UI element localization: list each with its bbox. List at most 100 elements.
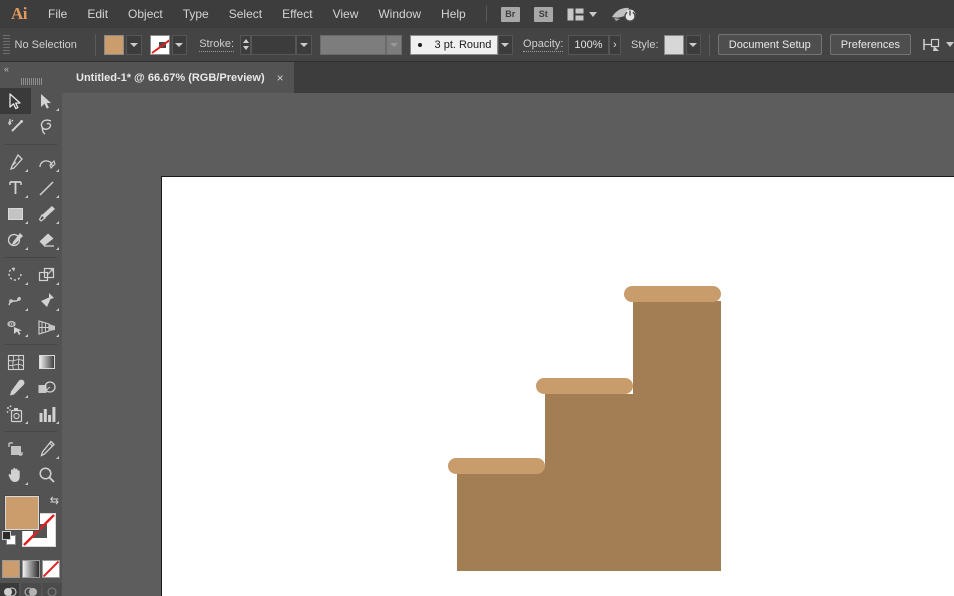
shaper-tool[interactable] [0,227,31,253]
brush-definition-label: 3 pt. Round [435,39,492,51]
width-tool[interactable] [0,288,31,314]
menu-item-select[interactable]: Select [219,0,272,28]
rotate-tool[interactable] [0,262,31,288]
fill-color-dropdown[interactable] [126,35,142,55]
stroke-weight-dropdown[interactable] [296,35,312,55]
tool-group-corner-icon [25,195,28,198]
stock-chip-button[interactable]: St [534,7,553,22]
type-tool[interactable] [0,175,31,201]
graphic-style-dropdown[interactable] [686,35,702,55]
line-segment-tool[interactable] [31,175,62,201]
blend-tool[interactable] [31,375,62,401]
menu-item-type[interactable]: Type [173,0,219,28]
default-fill-stroke-button[interactable] [2,531,17,546]
artboard[interactable] [161,176,954,596]
document-tab[interactable]: Untitled-1* @ 66.67% (RGB/Preview) × [62,62,295,93]
swap-fill-stroke-icon[interactable]: ⇆ [50,494,59,507]
menu-item-view[interactable]: View [323,0,369,28]
line-segment-icon [38,180,55,197]
tool-group-corner-icon [25,169,28,172]
stepper-down-icon [243,46,249,50]
magic-wand-icon [7,118,25,136]
bridge-chip-button[interactable]: Br [501,7,520,22]
menu-item-file[interactable]: File [38,0,77,28]
menu-item-window[interactable]: Window [368,0,431,28]
hand-tool[interactable] [0,462,31,488]
step-1-body[interactable] [457,466,721,571]
graphic-style-swatch[interactable] [664,35,684,55]
mesh-tool[interactable] [0,349,31,375]
fill-color-swatch[interactable] [104,35,124,55]
menu-item-effect[interactable]: Effect [272,0,322,28]
chevron-down-icon [390,43,398,47]
lasso-tool[interactable] [31,114,62,140]
stroke-weight-input[interactable] [251,35,296,55]
staircase-illustration[interactable] [162,177,954,596]
eyedropper-tool[interactable] [0,375,31,401]
gradient-tool[interactable] [31,349,62,375]
magic-wand-tool[interactable] [0,114,31,140]
zoom-tool[interactable] [31,462,62,488]
slice-tool[interactable] [31,436,62,462]
draw-inside-button[interactable] [43,583,62,596]
shape-builder-tool[interactable] [0,314,31,340]
preferences-button[interactable]: Preferences [830,34,911,55]
type-T-icon [8,180,23,196]
rectangle-tool[interactable] [0,201,31,227]
perspective-grid-tool[interactable] [31,314,62,340]
stroke-color-swatch[interactable] [150,35,170,55]
arrange-documents-icon [567,8,584,21]
selection-tool[interactable] [0,88,31,114]
artboard-tool[interactable] [0,436,31,462]
color-mode-swatch[interactable] [2,560,20,578]
shaper-pencil-icon [7,231,25,249]
gradient-mode-swatch[interactable] [22,560,40,578]
width-profile-input[interactable] [320,35,386,55]
collapse-panel-button[interactable]: « [0,62,62,75]
step-1-tread[interactable] [448,458,545,474]
stroke-color-dropdown[interactable] [172,35,188,55]
none-mode-swatch[interactable] [42,560,60,578]
direct-selection-tool[interactable] [31,88,62,114]
mesh-icon [7,354,25,371]
align-to-button[interactable] [923,37,954,52]
arrange-documents-button[interactable] [567,8,597,21]
column-graph-tool[interactable] [31,401,62,427]
opacity-more-options-button[interactable]: › [609,35,622,55]
menu-item-edit[interactable]: Edit [77,0,118,28]
free-transform-tool[interactable] [31,288,62,314]
control-bar-grip[interactable] [0,28,11,61]
tool-group-corner-icon [56,169,59,172]
scale-tool[interactable] [31,262,62,288]
fill-color-indicator[interactable] [5,496,39,530]
pen-tool[interactable] [0,149,31,175]
brush-definition-dropdown[interactable] [498,35,514,55]
tools-panel-grip[interactable] [0,75,62,88]
symbol-sprayer-tool[interactable] [0,401,31,427]
step-3-body[interactable] [633,301,721,399]
document-setup-button[interactable]: Document Setup [718,34,822,55]
slice-knife-icon [38,440,56,458]
curvature-tool[interactable] [31,149,62,175]
step-3-tread[interactable] [624,286,721,302]
draw-behind-button[interactable] [21,583,40,596]
eraser-tool[interactable] [31,227,62,253]
menu-item-help[interactable]: Help [431,0,476,28]
step-2-body[interactable] [545,394,721,471]
step-2-tread[interactable] [536,378,633,394]
draw-normal-button[interactable] [0,583,19,596]
tools-divider-2 [5,257,57,258]
discover-button[interactable] [611,6,637,22]
opacity-input[interactable]: 100% [568,35,608,55]
tool-group-corner-icon [56,195,59,198]
stroke-weight-stepper[interactable] [240,35,251,55]
close-icon[interactable]: × [277,72,284,84]
menu-item-object[interactable]: Object [118,0,173,28]
menu-bar: Ai File Edit Object Type Select Effect V… [0,0,954,28]
paintbrush-tool[interactable] [31,201,62,227]
canvas-area[interactable] [62,93,954,596]
width-profile-dropdown[interactable] [386,35,402,55]
brush-preview-dot [418,43,422,47]
selection-arrow-icon [8,93,23,110]
zoom-magnifier-icon [38,466,56,484]
